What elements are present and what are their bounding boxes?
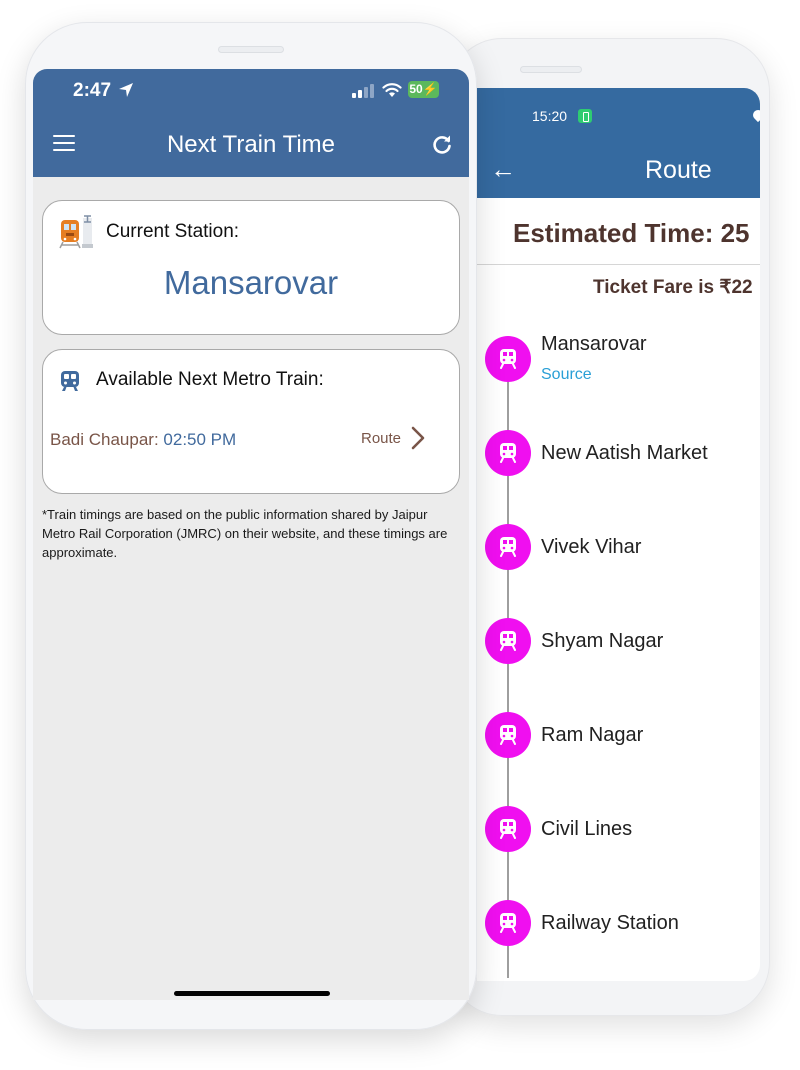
metro-stop-icon bbox=[485, 712, 531, 758]
metro-train-icon bbox=[61, 371, 79, 391]
refresh-icon[interactable] bbox=[430, 133, 454, 157]
route-stop: Vivek Vihar bbox=[485, 524, 745, 572]
next-train-entry: Badi Chaupar: 02:50 PM bbox=[50, 430, 236, 450]
route-stop: Railway Station bbox=[485, 900, 745, 948]
train-destination: Badi Chaupar: bbox=[50, 430, 164, 449]
stop-name: Civil Lines bbox=[541, 818, 633, 840]
ticket-fare: Ticket Fare is ₹22 bbox=[593, 277, 753, 298]
metro-stop-icon bbox=[485, 900, 531, 946]
wifi-icon bbox=[382, 83, 402, 97]
metro-stop-icon bbox=[485, 524, 531, 570]
home-indicator[interactable] bbox=[174, 991, 330, 996]
status-time: 2:47 bbox=[73, 80, 112, 101]
timing-disclaimer: *Train timings are based on the public i… bbox=[42, 507, 448, 560]
stop-name: Shyam Nagar bbox=[541, 630, 664, 652]
metro-stop-icon bbox=[485, 336, 531, 382]
stop-name: Ram Nagar bbox=[541, 724, 644, 746]
location-arrow-icon bbox=[119, 83, 133, 97]
route-divider bbox=[477, 264, 760, 265]
metro-stop-icon bbox=[485, 618, 531, 664]
next-metro-label: Available Next Metro Train: bbox=[96, 369, 324, 390]
battery-indicator: 50⚡ bbox=[408, 81, 439, 98]
next-train-phone-speaker bbox=[218, 46, 284, 53]
stop-name: New Aatish Market bbox=[541, 442, 708, 464]
cellular-signal-icon bbox=[352, 84, 374, 98]
route-button-label: Route bbox=[361, 429, 402, 447]
route-page-title: Route bbox=[645, 156, 712, 184]
stop-name: Vivek Vihar bbox=[541, 536, 642, 558]
current-station-name: Mansarovar bbox=[163, 264, 339, 301]
current-station-label: Current Station: bbox=[106, 221, 240, 242]
route-screen: 15:20 ← Route Estimated Time: 25 Ticket … bbox=[477, 88, 760, 981]
route-status-time: 15:20 bbox=[532, 108, 568, 124]
route-stop: New Aatish Market bbox=[485, 430, 745, 478]
route-app-bar: ← Route bbox=[477, 144, 760, 198]
stop-name: Mansarovar bbox=[541, 333, 647, 355]
next-train-header: 2:47 50⚡ Next Train Time bbox=[33, 69, 469, 177]
chevron-right-icon bbox=[411, 426, 425, 450]
metro-stop-icon bbox=[485, 806, 531, 852]
page-title: Next Train Time bbox=[166, 131, 336, 158]
route-stop: Ram Nagar bbox=[485, 712, 745, 760]
estimated-time: Estimated Time: 25 bbox=[513, 218, 750, 248]
arrow-back-icon[interactable]: ← bbox=[488, 154, 518, 184]
location-pin-icon bbox=[750, 107, 760, 123]
route-stop: Civil Lines bbox=[485, 806, 745, 854]
route-status-bar: 15:20 bbox=[477, 88, 760, 144]
route-button[interactable]: Route bbox=[361, 426, 425, 450]
battery-saver-icon bbox=[578, 109, 592, 123]
train-station-icon bbox=[59, 215, 93, 249]
route-stop: Shyam Nagar bbox=[485, 618, 745, 666]
stop-subtitle: Source bbox=[541, 366, 592, 383]
route-phone-speaker bbox=[520, 66, 582, 73]
stop-name: Railway Station bbox=[541, 912, 679, 934]
next-train-screen: 2:47 50⚡ Next Train Time Current Station… bbox=[33, 69, 469, 1000]
battery-level: 50 bbox=[409, 82, 423, 96]
metro-stop-icon bbox=[485, 430, 531, 476]
next-metro-card: Available Next Metro Train: Badi Chaupar… bbox=[42, 349, 460, 494]
route-stop: Mansarovar Source bbox=[485, 333, 745, 384]
train-departure-time: 02:50 PM bbox=[163, 430, 237, 449]
current-station-card: Current Station: Mansarovar bbox=[42, 200, 460, 335]
